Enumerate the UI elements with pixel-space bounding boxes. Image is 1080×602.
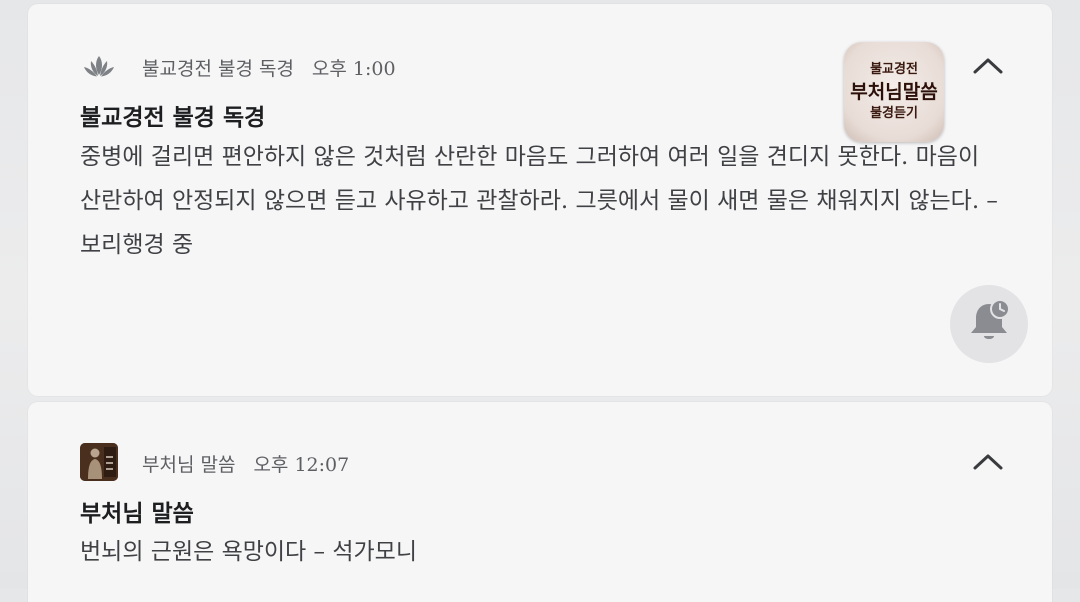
large-icon-line3: 불경듣기 <box>870 106 918 121</box>
large-icon-line1: 불교경전 <box>870 62 918 77</box>
app-large-icon: 불교경전 부처님말씀 불경듣기 <box>844 42 944 142</box>
notification-header: 부처님 말씀 오후 12:07 <box>142 450 349 477</box>
notification-body: 중병에 걸리면 편안하지 않은 것처럼 산란한 마음도 그러하여 여러 일을 견… <box>80 144 998 258</box>
notification-title: 부처님 말씀 <box>80 500 194 527</box>
notification-time: 오후 12:07 <box>253 454 350 476</box>
notification-time: 오후 1:00 <box>311 58 396 80</box>
app-name: 불교경전 불경 독경 <box>142 58 294 80</box>
chevron-up-icon[interactable] <box>970 52 1006 80</box>
notification-header: 불교경전 불경 독경 오후 1:00 <box>142 54 396 81</box>
notification-card[interactable]: 부처님 말씀 오후 12:07 부처님 말씀 번뇌의 근원은 욕망이다 – 석가… <box>28 402 1052 602</box>
large-icon-line2: 부처님말씀 <box>850 81 938 103</box>
buddha-statue-icon <box>80 443 118 481</box>
notification-body: 번뇌의 근원은 욕망이다 – 석가모니 <box>80 539 417 565</box>
app-name: 부처님 말씀 <box>142 454 236 476</box>
chevron-up-icon[interactable] <box>970 448 1006 476</box>
bell-snooze-icon <box>965 298 1013 350</box>
lotus-icon <box>80 48 118 86</box>
notification-title: 불교경전 불경 독경 <box>80 104 266 131</box>
notification-card[interactable]: 불교경전 불경 독경 오후 1:00 불교경전 부처님말씀 불경듣기 불교경전 … <box>28 4 1052 396</box>
snooze-button[interactable] <box>950 285 1028 363</box>
